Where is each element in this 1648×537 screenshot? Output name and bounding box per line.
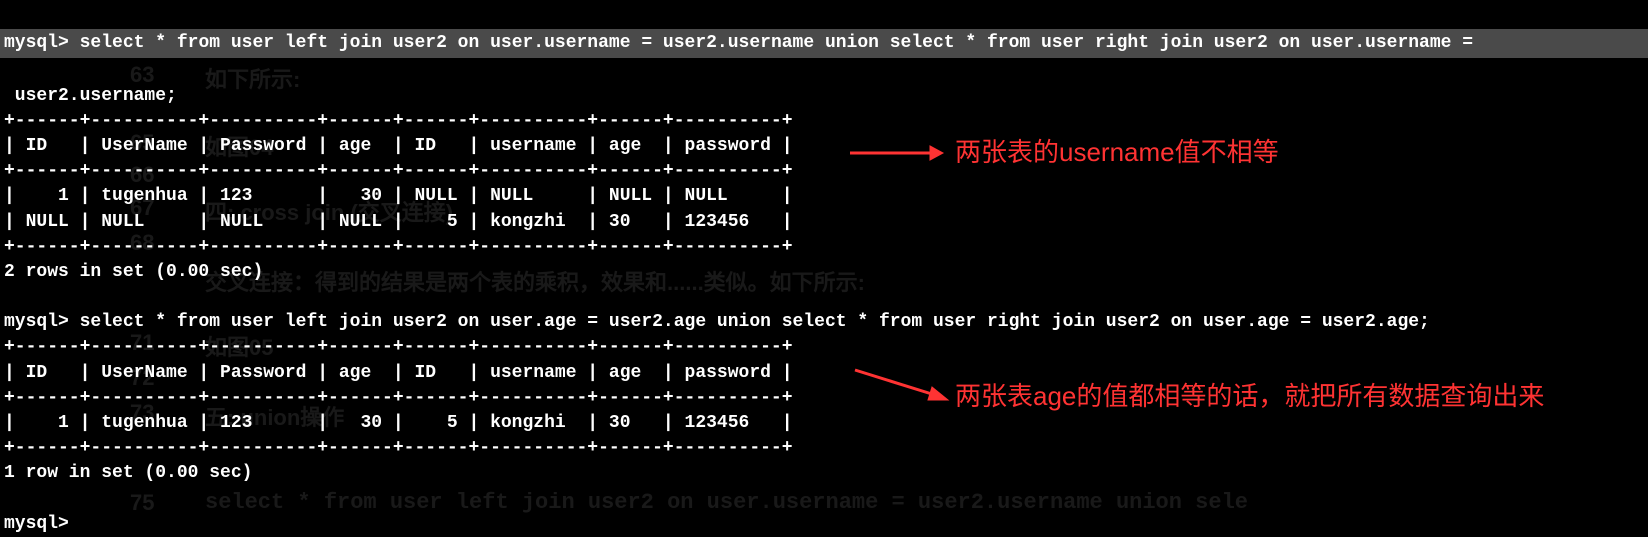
mysql-prompt: mysql>	[4, 33, 69, 53]
mysql-prompt: mysql>	[4, 312, 69, 332]
table-header: | ID | UserName | Password | age | ID | …	[0, 136, 797, 156]
table-row: | 1 | tugenhua | 123 | 30 | NULL | NULL …	[0, 186, 797, 206]
sql-query-1: select * from user left join user2 on us…	[80, 33, 1473, 53]
table-row: | 1 | tugenhua | 123 | 30 | 5 | kongzhi …	[0, 413, 797, 433]
query-line-2: mysql> select * from user left join user…	[0, 312, 1434, 332]
table-border-bottom: +------+----------+----------+------+---…	[0, 237, 797, 257]
result-summary-1: 2 rows in set (0.00 sec)	[0, 262, 267, 282]
table-header: | ID | UserName | Password | age | ID | …	[0, 363, 797, 383]
table-border-bottom: +------+----------+----------+------+---…	[0, 438, 797, 458]
sql-query-2: select * from user left join user2 on us…	[80, 312, 1430, 332]
table-row: | NULL | NULL | NULL | NULL | 5 | kongzh…	[0, 212, 797, 232]
query-line-1: mysql> select * from user left join user…	[0, 29, 1648, 58]
table-border-mid: +------+----------+----------+------+---…	[0, 161, 797, 181]
query-line-1-continuation: user2.username;	[0, 84, 181, 108]
table-border-top: +------+----------+----------+------+---…	[0, 337, 797, 357]
terminal-output: mysql> select * from user left join user…	[0, 0, 1648, 537]
table-border-mid: +------+----------+----------+------+---…	[0, 388, 797, 408]
blank-line	[0, 489, 19, 509]
blank-line	[0, 287, 19, 307]
table-border-top: +------+----------+----------+------+---…	[0, 111, 797, 131]
result-summary-2: 1 row in set (0.00 sec)	[0, 463, 256, 483]
